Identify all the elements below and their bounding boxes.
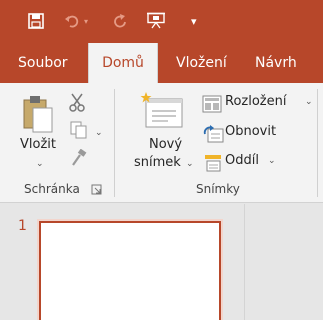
ribbon-tabs: Soubor Domů Vložení Návrh: [0, 43, 323, 83]
pane-divider: [244, 204, 245, 320]
undo-button[interactable]: ▾: [64, 10, 88, 32]
section-label: Oddíl: [225, 153, 259, 168]
save-icon: [28, 13, 44, 29]
group-separator: [317, 89, 318, 197]
quick-access-toolbar: ▾ ▾: [0, 0, 323, 43]
reset-label: Obnovit: [225, 124, 277, 139]
tab-navrh[interactable]: Návrh: [255, 43, 297, 83]
undo-dropdown-icon[interactable]: ▾: [84, 17, 88, 26]
present-icon: [147, 12, 165, 29]
layout-dropdown-icon: ⌄: [305, 97, 313, 107]
layout-button[interactable]: Rozložení ⌄: [200, 93, 318, 115]
paste-icon: [23, 96, 53, 133]
reset-icon: [203, 125, 224, 143]
customize-toolbar-icon: ▾: [191, 14, 197, 28]
layout-label: Rozložení: [225, 94, 287, 109]
new-slide-label-line1: Nový: [149, 137, 183, 152]
tab-vlozeni[interactable]: Vložení: [176, 43, 227, 83]
reset-button[interactable]: Obnovit: [200, 123, 290, 145]
layout-icon: [202, 95, 222, 113]
new-slide-icon: [140, 92, 183, 128]
new-slide-label-line2: snímek: [134, 155, 181, 170]
undo-icon: [65, 15, 79, 28]
slide-number: 1: [18, 218, 27, 234]
save-button[interactable]: [28, 10, 44, 32]
slide-thumbnail[interactable]: [37, 219, 223, 320]
paste-button[interactable]: Vložit ⌄: [14, 91, 64, 173]
slides-group-label: Snímky: [196, 182, 240, 196]
section-dropdown-icon: ⌄: [268, 156, 276, 166]
new-slide-dropdown-icon[interactable]: ⌄: [186, 159, 194, 169]
dialog-launcher-icon[interactable]: [91, 184, 102, 195]
section-icon: [205, 155, 221, 172]
section-button[interactable]: Oddíl ⌄: [200, 152, 290, 174]
slide-thumbnail-pane: 1: [0, 204, 323, 320]
copy-icon[interactable]: [70, 121, 88, 139]
copy-dropdown-icon[interactable]: ⌄: [95, 128, 103, 138]
tab-domu[interactable]: Domů: [88, 43, 158, 83]
redo-button[interactable]: [111, 10, 127, 32]
ribbon: Vložit ⌄ ⌄ Schránka Nový snímek ⌄ Rozlož…: [0, 83, 323, 203]
paste-dropdown-icon[interactable]: ⌄: [36, 159, 44, 169]
present-button[interactable]: [147, 10, 167, 32]
new-slide-button[interactable]: Nový snímek ⌄: [128, 91, 194, 175]
redo-icon: [114, 14, 126, 28]
paste-label: Vložit: [20, 137, 56, 152]
tab-soubor[interactable]: Soubor: [18, 43, 68, 83]
group-separator: [114, 89, 115, 197]
clipboard-group-label: Schránka: [24, 182, 80, 196]
format-painter-icon[interactable]: [70, 149, 88, 167]
customize-toolbar-button[interactable]: ▾: [191, 10, 197, 32]
cut-icon[interactable]: [68, 93, 86, 113]
